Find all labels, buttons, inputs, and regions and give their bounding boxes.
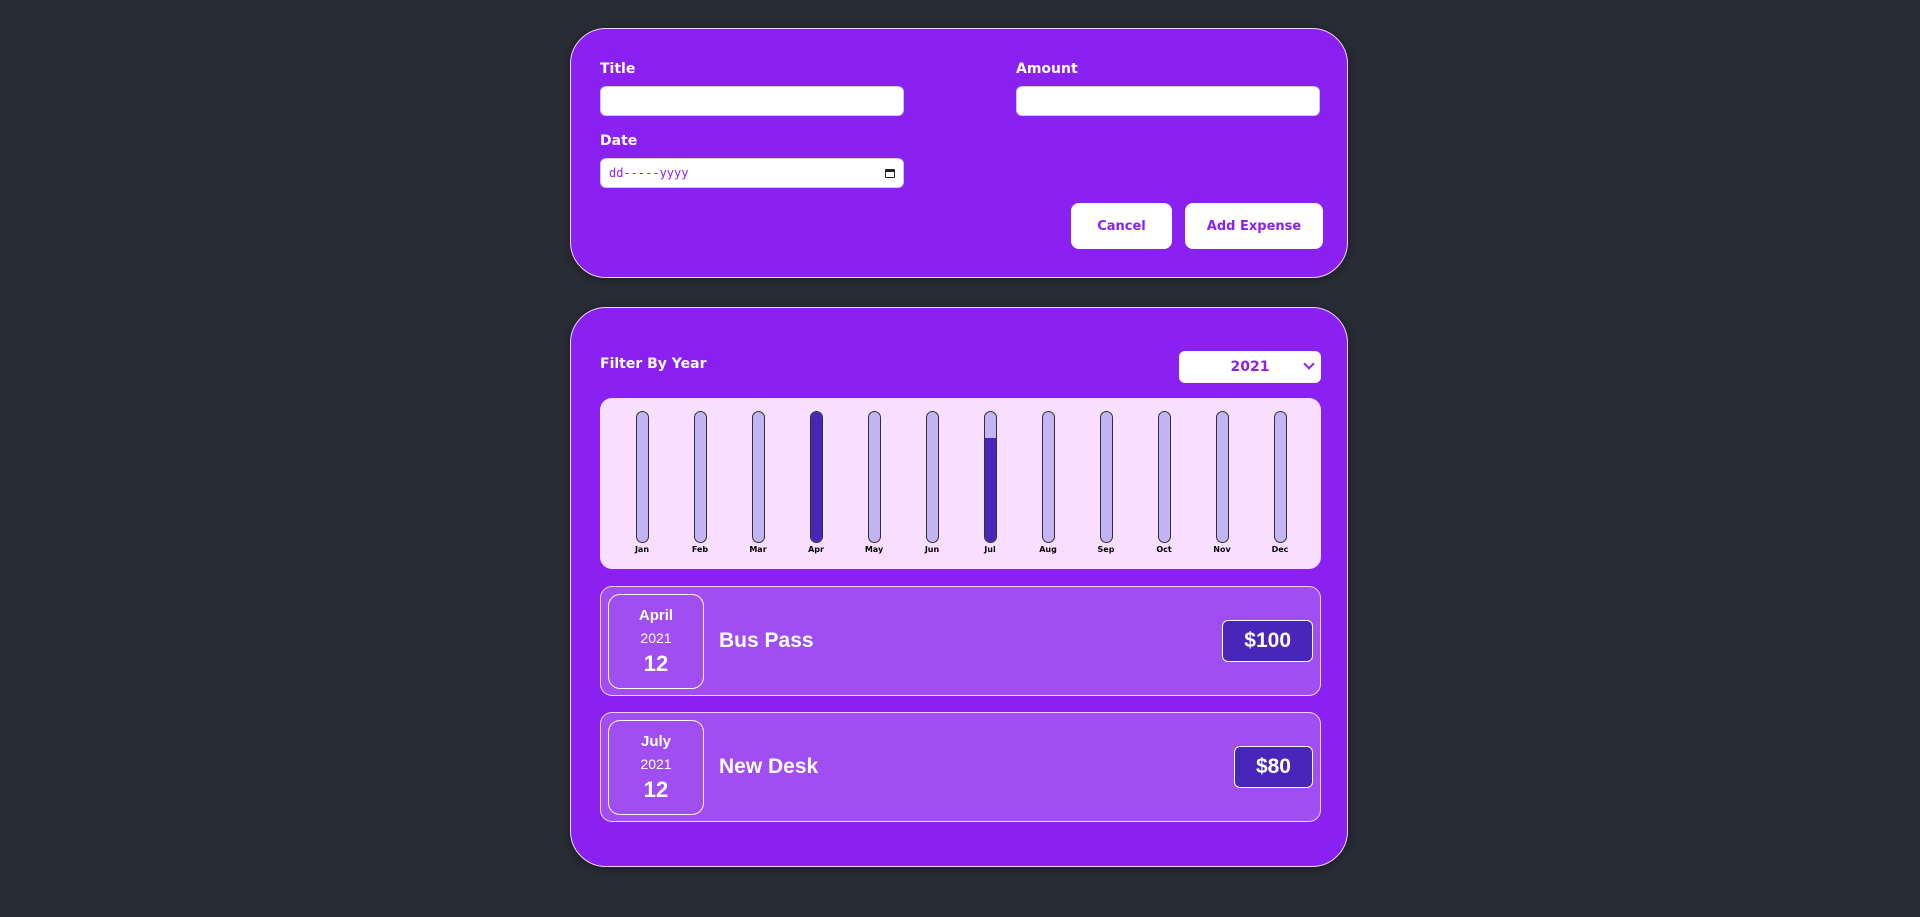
chart-bar-mar: Mar bbox=[743, 411, 773, 554]
expense-year: 2021 bbox=[640, 756, 672, 772]
chart-bar-jun: Jun bbox=[917, 411, 947, 554]
expenses-panel: Filter By Year 2021 Jan Feb Mar Apr May Jun Ju… bbox=[570, 307, 1348, 867]
chart-bar-track bbox=[635, 411, 649, 543]
date-label: Date bbox=[600, 133, 638, 149]
year-select[interactable]: 2021 bbox=[1179, 351, 1321, 383]
chart-bar-label: Feb bbox=[691, 545, 709, 554]
chart-bar-track bbox=[809, 411, 823, 543]
chart-bar-nov: Nov bbox=[1207, 411, 1237, 554]
chart-bar-track bbox=[1041, 411, 1055, 543]
chart-bar-fill bbox=[984, 438, 996, 542]
chart-bar-label: May bbox=[864, 545, 884, 554]
chart-bar-track bbox=[867, 411, 881, 543]
expense-amount: $80 bbox=[1233, 746, 1313, 788]
chart-bar-label: Sep bbox=[1097, 545, 1115, 554]
expense-title: Bus Pass bbox=[719, 629, 814, 652]
chart-bar-dec: Dec bbox=[1265, 411, 1295, 554]
chart-bar-track bbox=[1273, 411, 1287, 543]
expense-date: April 2021 12 bbox=[608, 594, 704, 689]
title-input[interactable] bbox=[600, 86, 904, 116]
chart-bar-label: Jan bbox=[634, 545, 650, 554]
chart-bar-track bbox=[693, 411, 707, 543]
amount-input[interactable] bbox=[1016, 86, 1320, 116]
chart-bar-label: Jul bbox=[984, 545, 996, 554]
date-placeholder: dd-----yyyy bbox=[609, 166, 689, 180]
chart-bar-aug: Aug bbox=[1033, 411, 1063, 554]
chart-bar-may: May bbox=[859, 411, 889, 554]
expense-title: New Desk bbox=[719, 755, 819, 778]
amount-label: Amount bbox=[1016, 61, 1078, 77]
cancel-button[interactable]: Cancel bbox=[1071, 203, 1172, 249]
chart-bar-jul: Jul bbox=[975, 411, 1005, 554]
title-label: Title bbox=[600, 61, 636, 77]
chart-bar-sep: Sep bbox=[1091, 411, 1121, 554]
new-expense-form: Title Amount Date dd-----yyyy Cancel Add… bbox=[570, 28, 1348, 278]
expense-date: July 2021 12 bbox=[608, 720, 704, 815]
chart-bar-track bbox=[925, 411, 939, 543]
chart-bar-label: Dec bbox=[1271, 545, 1289, 554]
year-select-value: 2021 bbox=[1230, 359, 1270, 375]
chart-bar-label: Oct bbox=[1156, 545, 1172, 554]
expense-month: April bbox=[638, 607, 674, 624]
chart-bar-jan: Jan bbox=[627, 411, 657, 554]
chart-bar-oct: Oct bbox=[1149, 411, 1179, 554]
chart-bar-feb: Feb bbox=[685, 411, 715, 554]
expense-item[interactable]: July 2021 12 New Desk $80 bbox=[600, 712, 1321, 822]
chart-bar-track bbox=[1215, 411, 1229, 543]
expense-item[interactable]: April 2021 12 Bus Pass $100 bbox=[600, 586, 1321, 696]
chart-bar-track bbox=[751, 411, 765, 543]
chart-bar-label: Jun bbox=[924, 545, 940, 554]
filter-label: Filter By Year bbox=[600, 356, 707, 372]
expense-day: 12 bbox=[643, 777, 669, 802]
expense-month: July bbox=[640, 733, 671, 750]
expenses-chart: Jan Feb Mar Apr May Jun Jul Aug Sep Oct Nov Dec bbox=[600, 398, 1321, 569]
chart-bar-label: Apr bbox=[808, 545, 824, 554]
expense-amount: $100 bbox=[1222, 620, 1313, 662]
chart-bar-label: Mar bbox=[749, 545, 767, 554]
add-expense-button[interactable]: Add Expense bbox=[1185, 203, 1323, 249]
chart-bar-fill bbox=[810, 412, 822, 542]
chart-bar-apr: Apr bbox=[801, 411, 831, 554]
chart-bar-track bbox=[1157, 411, 1171, 543]
date-input[interactable]: dd-----yyyy bbox=[600, 158, 904, 188]
calendar-icon[interactable] bbox=[885, 168, 895, 178]
chart-bar-track bbox=[1099, 411, 1113, 543]
expense-day: 12 bbox=[643, 651, 669, 676]
chart-bar-label: Nov bbox=[1213, 545, 1231, 554]
expense-year: 2021 bbox=[640, 630, 672, 646]
chevron-down-icon bbox=[1303, 358, 1315, 370]
chart-bar-track bbox=[983, 411, 997, 543]
chart-bar-label: Aug bbox=[1039, 545, 1057, 554]
